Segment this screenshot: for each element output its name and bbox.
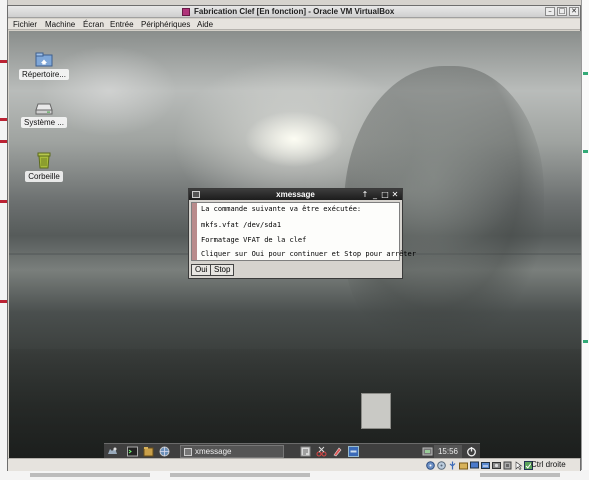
virtualbox-statusbar: Ctrl droite bbox=[8, 458, 580, 471]
desktop-icon-home[interactable]: Répertoire... bbox=[18, 51, 70, 80]
home-folder-icon bbox=[35, 52, 53, 67]
close-button[interactable]: ✕ bbox=[569, 7, 579, 16]
desktop-icon-label: Corbeille bbox=[25, 171, 63, 182]
message-line: Formatage VFAT de la clef bbox=[201, 236, 307, 244]
cpu-icon[interactable] bbox=[503, 461, 512, 470]
shared-folders-icon[interactable] bbox=[459, 461, 468, 470]
stop-button[interactable]: Stop bbox=[210, 264, 235, 276]
notes-icon[interactable] bbox=[300, 446, 311, 457]
xmessage-titlebar[interactable]: xmessage ↑ _ □ ✕ bbox=[189, 189, 402, 200]
host-text-fragment bbox=[583, 150, 588, 153]
desktop-icon-system[interactable]: Système ... bbox=[18, 101, 70, 128]
network-icon[interactable] bbox=[422, 446, 433, 457]
host-text-fragment bbox=[480, 473, 560, 477]
display-icon[interactable] bbox=[470, 461, 479, 470]
desktop-icon-trash[interactable]: Corbeille bbox=[21, 151, 67, 182]
message-line: mkfs.vfat /dev/sda1 bbox=[201, 221, 282, 229]
host-desktop-bottom-strip bbox=[0, 470, 589, 480]
terminal-icon[interactable] bbox=[127, 446, 138, 457]
window-title: Fabrication Clef [En fonction] - Oracle … bbox=[194, 7, 395, 16]
close-button[interactable]: ✕ bbox=[391, 189, 399, 200]
window-icon bbox=[184, 448, 192, 456]
workspace-switcher-icon[interactable] bbox=[348, 446, 359, 457]
file-manager-icon[interactable] bbox=[143, 446, 154, 457]
trash-icon bbox=[37, 152, 51, 169]
wallpaper-seawall bbox=[9, 349, 581, 458]
recording-icon[interactable] bbox=[492, 461, 501, 470]
oui-button[interactable]: Oui bbox=[191, 264, 212, 276]
mouse-integration-icon[interactable] bbox=[514, 461, 523, 470]
power-icon[interactable] bbox=[466, 446, 477, 457]
drive-icon bbox=[35, 103, 53, 115]
paint-tool-icon[interactable] bbox=[332, 446, 343, 457]
raise-button[interactable]: ↑ bbox=[361, 189, 369, 200]
host-text-fragment bbox=[170, 473, 310, 477]
menubar: Fichier Machine Écran Entrée Périphériqu… bbox=[8, 19, 580, 30]
hard-disk-icon[interactable] bbox=[426, 461, 435, 470]
guest-screen[interactable]: Répertoire... Système ... Corbeille xmes… bbox=[9, 31, 581, 458]
menu-machine[interactable]: Machine bbox=[45, 20, 75, 29]
web-browser-icon[interactable] bbox=[159, 446, 170, 457]
window-titlebar[interactable]: Fabrication Clef [En fonction] - Oracle … bbox=[8, 6, 580, 18]
taskbar-clock[interactable]: 15:56 bbox=[434, 445, 462, 458]
xmessage-scrollbar[interactable] bbox=[192, 203, 197, 260]
message-line: La commande suivante va être exécutée: bbox=[201, 205, 362, 213]
xmessage-dialog: xmessage ↑ _ □ ✕ La commande suivante va… bbox=[188, 188, 416, 279]
network-adapter-icon[interactable] bbox=[481, 461, 490, 470]
host-text-fragment bbox=[30, 473, 150, 477]
menu-fichier[interactable]: Fichier bbox=[13, 20, 37, 29]
guest-taskbar: xmessage 15:56 bbox=[104, 443, 480, 458]
virtualbox-window: Fabrication Clef [En fonction] - Oracle … bbox=[7, 5, 581, 471]
message-line: Cliquer sur Oui pour continuer et Stop p… bbox=[201, 250, 416, 258]
start-menu-icon[interactable] bbox=[107, 446, 118, 457]
desktop-icon-label: Répertoire... bbox=[18, 69, 70, 80]
cut-tool-icon[interactable] bbox=[316, 446, 327, 457]
task-label: xmessage bbox=[195, 447, 232, 456]
host-text-fragment bbox=[583, 340, 588, 343]
menu-entree[interactable]: Entrée bbox=[110, 20, 134, 29]
xmessage-text-area: La commande suivante va être exécutée: m… bbox=[191, 202, 416, 261]
host-key-label: Ctrl droite bbox=[531, 460, 566, 469]
wallpaper-sign bbox=[361, 393, 391, 429]
menu-ecran[interactable]: Écran bbox=[83, 20, 104, 29]
menu-peripheriques[interactable]: Périphériques bbox=[141, 20, 190, 29]
host-desktop-right-strip bbox=[581, 0, 589, 480]
minimize-button[interactable]: _ bbox=[371, 189, 379, 200]
taskbar-task-xmessage[interactable]: xmessage bbox=[180, 445, 284, 458]
minimize-button[interactable]: – bbox=[545, 7, 555, 16]
maximize-button[interactable]: □ bbox=[381, 189, 389, 200]
virtualbox-app-icon bbox=[182, 8, 190, 16]
host-text-fragment bbox=[583, 72, 588, 75]
maximize-button[interactable]: □ bbox=[557, 7, 567, 16]
usb-icon[interactable] bbox=[448, 461, 457, 470]
optical-drive-icon[interactable] bbox=[437, 461, 446, 470]
desktop-icon-label: Système ... bbox=[20, 117, 67, 128]
menu-aide[interactable]: Aide bbox=[197, 20, 213, 29]
